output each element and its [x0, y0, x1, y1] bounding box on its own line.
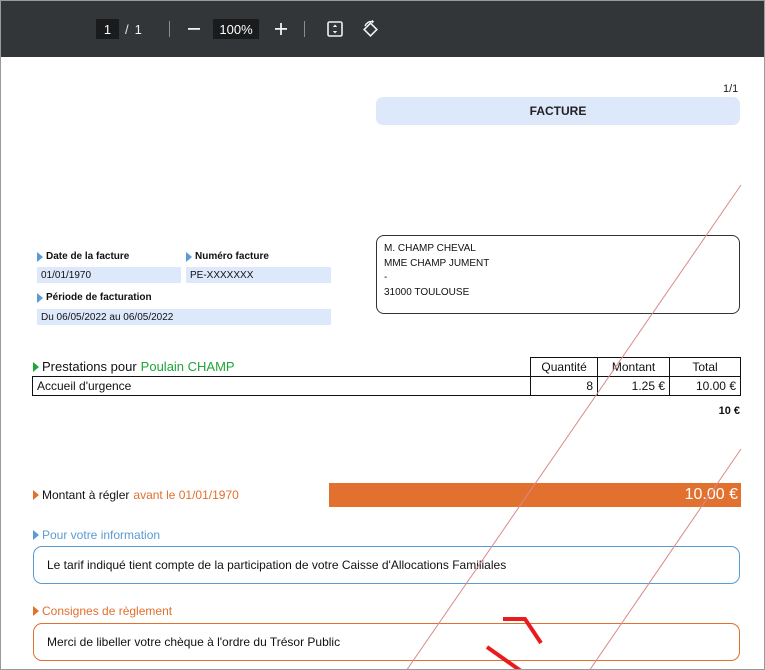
billing-period-label: Période de facturation	[37, 292, 152, 303]
bullet-icon	[37, 292, 43, 303]
invoice-page: 1/1 FACTURE Date de la facture 01/01/197…	[1, 57, 764, 669]
invoice-number-label-text: Numéro facture	[195, 251, 269, 262]
fit-page-button[interactable]	[324, 1, 346, 57]
amount-due-value: 10.00 €	[684, 486, 738, 503]
invoice-date-value: 01/01/1970	[37, 267, 181, 283]
invoice-title: FACTURE	[376, 97, 740, 125]
zoom-level[interactable]: 100%	[213, 1, 259, 57]
service-amount: 1.25 €	[597, 376, 671, 396]
zoom-in-button[interactable]	[270, 1, 292, 57]
bullet-icon	[186, 251, 192, 262]
current-page-input[interactable]: 1	[96, 19, 119, 39]
payment-text: Merci de libeller votre chèque à l'ordre…	[47, 635, 341, 649]
invoice-number-value: PE-XXXXXXX	[186, 267, 331, 283]
service-quantity: 8	[530, 376, 599, 396]
recipient-address: M. CHAMP CHEVAL MME CHAMP JUMENT - 31000…	[376, 235, 740, 314]
amount-due-label: Montant à régler	[42, 488, 130, 502]
invoice-number-label: Numéro facture	[186, 251, 269, 262]
pdf-viewer: 1 / 1 100% 1/1 FACTURE Date de la factur…	[0, 0, 765, 670]
address-line: MME CHAMP JUMENT	[384, 257, 490, 269]
address-line: 31000 TOULOUSE	[384, 286, 470, 298]
due-date-text: avant le 01/01/1970	[133, 488, 239, 502]
payment-label: Consignes de règlement	[42, 604, 173, 618]
address-line: -	[384, 272, 388, 283]
table-header: Montant	[597, 357, 671, 377]
info-label: Pour votre information	[42, 528, 161, 542]
billing-period-label-text: Période de facturation	[46, 292, 152, 303]
page-number: 1/1	[723, 83, 739, 95]
zoom-value[interactable]: 100%	[213, 19, 259, 39]
page-separator: /	[125, 21, 129, 37]
service-label: Accueil d'urgence	[31, 376, 532, 396]
minus-icon	[188, 28, 200, 30]
address-line: M. CHAMP CHEVAL	[384, 243, 476, 254]
bullet-icon	[33, 606, 39, 616]
bullet-icon	[33, 490, 39, 500]
zoom-out-button[interactable]	[183, 1, 205, 57]
info-text: Le tarif indiqué tient compte de la part…	[47, 558, 507, 572]
fit-page-icon	[327, 21, 343, 37]
info-heading: Pour votre information	[33, 528, 160, 542]
table-blank-cell	[33, 358, 531, 377]
table-header-row: Quantité Montant Total	[33, 357, 741, 377]
toolbar-divider	[169, 21, 170, 37]
table-header: Quantité	[530, 357, 599, 377]
toolbar-divider	[304, 21, 305, 37]
rotate-icon	[363, 19, 378, 37]
bullet-icon	[33, 530, 39, 540]
page-indicator: 1 / 1	[96, 1, 142, 57]
subtotal: 10 €	[718, 405, 740, 417]
rotate-button[interactable]	[359, 1, 381, 57]
payment-heading: Consignes de règlement	[33, 604, 172, 618]
table-row: Accueil d'urgence 8 1.25 € 10.00 €	[31, 376, 741, 396]
plus-icon	[275, 23, 287, 35]
amount-due-heading: Montant à régler avant le 01/01/1970	[33, 488, 239, 502]
invoice-date-label: Date de la facture	[37, 251, 129, 262]
service-total: 10.00 €	[669, 376, 741, 396]
pdf-toolbar: 1 / 1 100%	[1, 1, 764, 57]
total-pages: 1	[134, 21, 142, 37]
invoice-date-label-text: Date de la facture	[46, 251, 130, 262]
payment-box: Merci de libeller votre chèque à l'ordre…	[33, 623, 740, 661]
bullet-icon	[37, 251, 43, 262]
info-box: Le tarif indiqué tient compte de la part…	[33, 546, 740, 584]
table-header: Total	[669, 357, 741, 377]
amount-due-bar: 10.00 €	[329, 483, 741, 507]
billing-period-value: Du 06/05/2022 au 06/05/2022	[37, 309, 331, 325]
services-table: Quantité Montant Total Accueil d'urgence…	[31, 357, 741, 396]
